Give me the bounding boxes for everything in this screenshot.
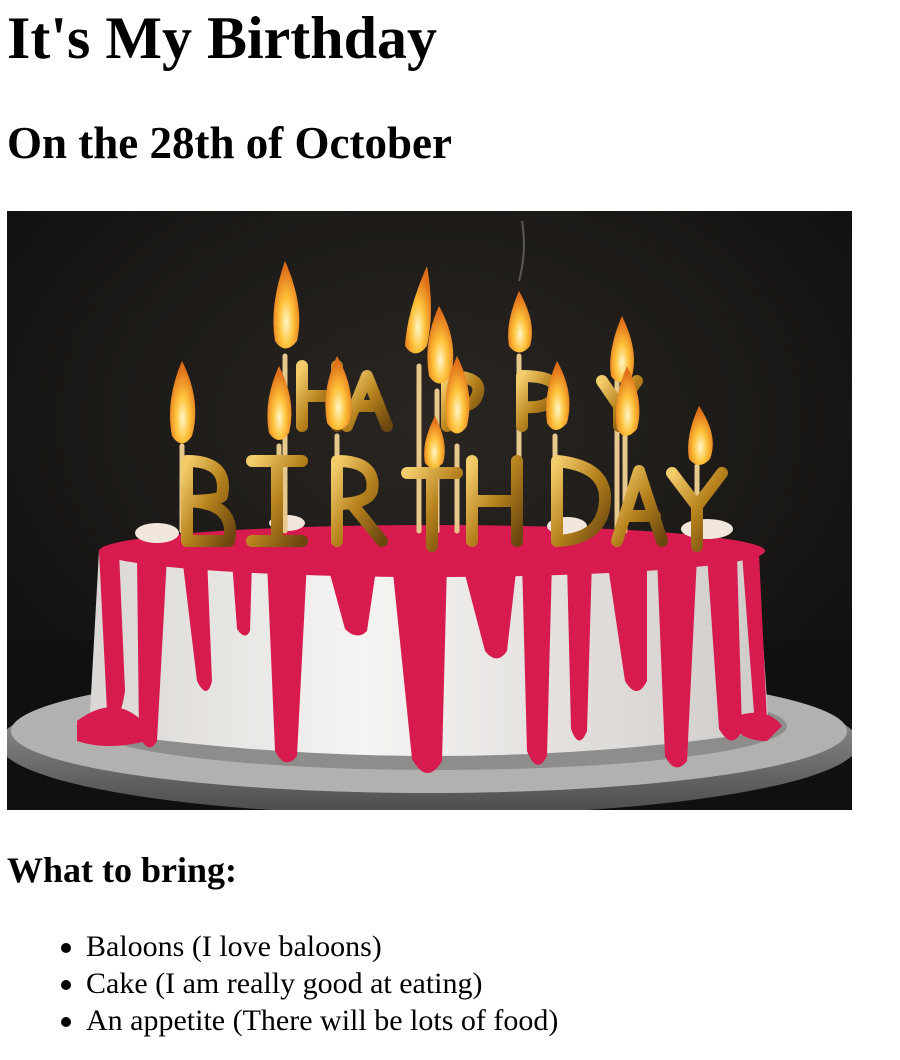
list-item-label: Cake (I am really good at eating)	[86, 967, 483, 1000]
list-item-label: An appetite (There will be lots of food)	[86, 1004, 559, 1037]
page-title: It's My Birthday	[7, 5, 438, 71]
list-item-label: Baloons (I love baloons)	[86, 930, 382, 963]
list-item: An appetite (There will be lots of food)	[61, 1002, 559, 1039]
list-item: Baloons (I love baloons)	[61, 928, 558, 965]
bring-list: Baloons (I love baloons) Cake (I am real…	[0, 928, 558, 1039]
bullet-icon	[61, 1017, 71, 1027]
list-item: Cake (I am really good at eating)	[61, 965, 558, 1002]
birthday-page: It's My Birthday On the 28th of October	[0, 0, 900, 1060]
page-subtitle: On the 28th of October	[7, 118, 452, 168]
what-to-bring-heading: What to bring:	[7, 850, 238, 890]
bullet-icon	[61, 980, 71, 990]
bullet-icon	[61, 943, 71, 953]
birthday-cake-image	[7, 211, 852, 810]
